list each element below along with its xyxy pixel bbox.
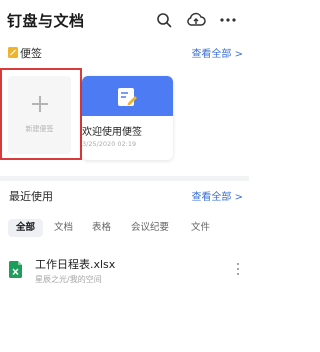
cloud-upload-icon[interactable] (186, 11, 206, 29)
search-icon[interactable] (154, 11, 174, 29)
tab-documents[interactable]: 文档 (54, 219, 73, 237)
excel-file-icon (9, 261, 22, 278)
tab-sheets[interactable]: 表格 (92, 219, 111, 237)
file-list-item[interactable]: 工作日程表.xlsx 星辰之光/我的空间 (0, 254, 249, 288)
plus-icon (32, 96, 48, 112)
top-header: 钉盘与文档 (0, 0, 249, 40)
recent-filter-tabs: 全部 文档 表格 会议纪要 文件 (0, 219, 249, 239)
new-note-button[interactable]: 新建便签 (8, 76, 71, 154)
note-edit-icon (118, 88, 137, 106)
recent-section-title: 最近使用 (9, 190, 53, 203)
app-title: 钉盘与文档 (7, 12, 85, 30)
tab-all[interactable]: 全部 (8, 219, 44, 237)
file-path: 星辰之光/我的空间 (35, 275, 102, 284)
note-card[interactable]: 欢迎使用便签 3/25/2020 02:19 (82, 76, 173, 160)
notes-section-header: 便签 查看全部 > (0, 45, 249, 63)
file-more-icon[interactable] (236, 263, 240, 277)
new-note-label: 新建便签 (25, 125, 54, 133)
note-card-title: 欢迎使用便签 (82, 127, 142, 138)
notes-section-title: 便签 (20, 47, 42, 60)
recent-section-header: 最近使用 查看全部 > (0, 188, 249, 206)
note-card-date: 3/25/2020 02:19 (82, 140, 137, 148)
tab-meeting-notes[interactable]: 会议纪要 (131, 219, 169, 237)
file-name: 工作日程表.xlsx (35, 258, 116, 271)
tab-files[interactable]: 文件 (191, 219, 210, 237)
note-icon (8, 47, 18, 58)
note-card-banner (82, 76, 173, 116)
notes-see-all-link[interactable]: 查看全部 > (191, 45, 243, 60)
section-divider (0, 176, 249, 181)
recent-see-all-link[interactable]: 查看全部 > (191, 188, 243, 203)
more-horizontal-icon[interactable] (218, 11, 238, 29)
new-note-card[interactable]: 新建便签 (0, 68, 82, 160)
